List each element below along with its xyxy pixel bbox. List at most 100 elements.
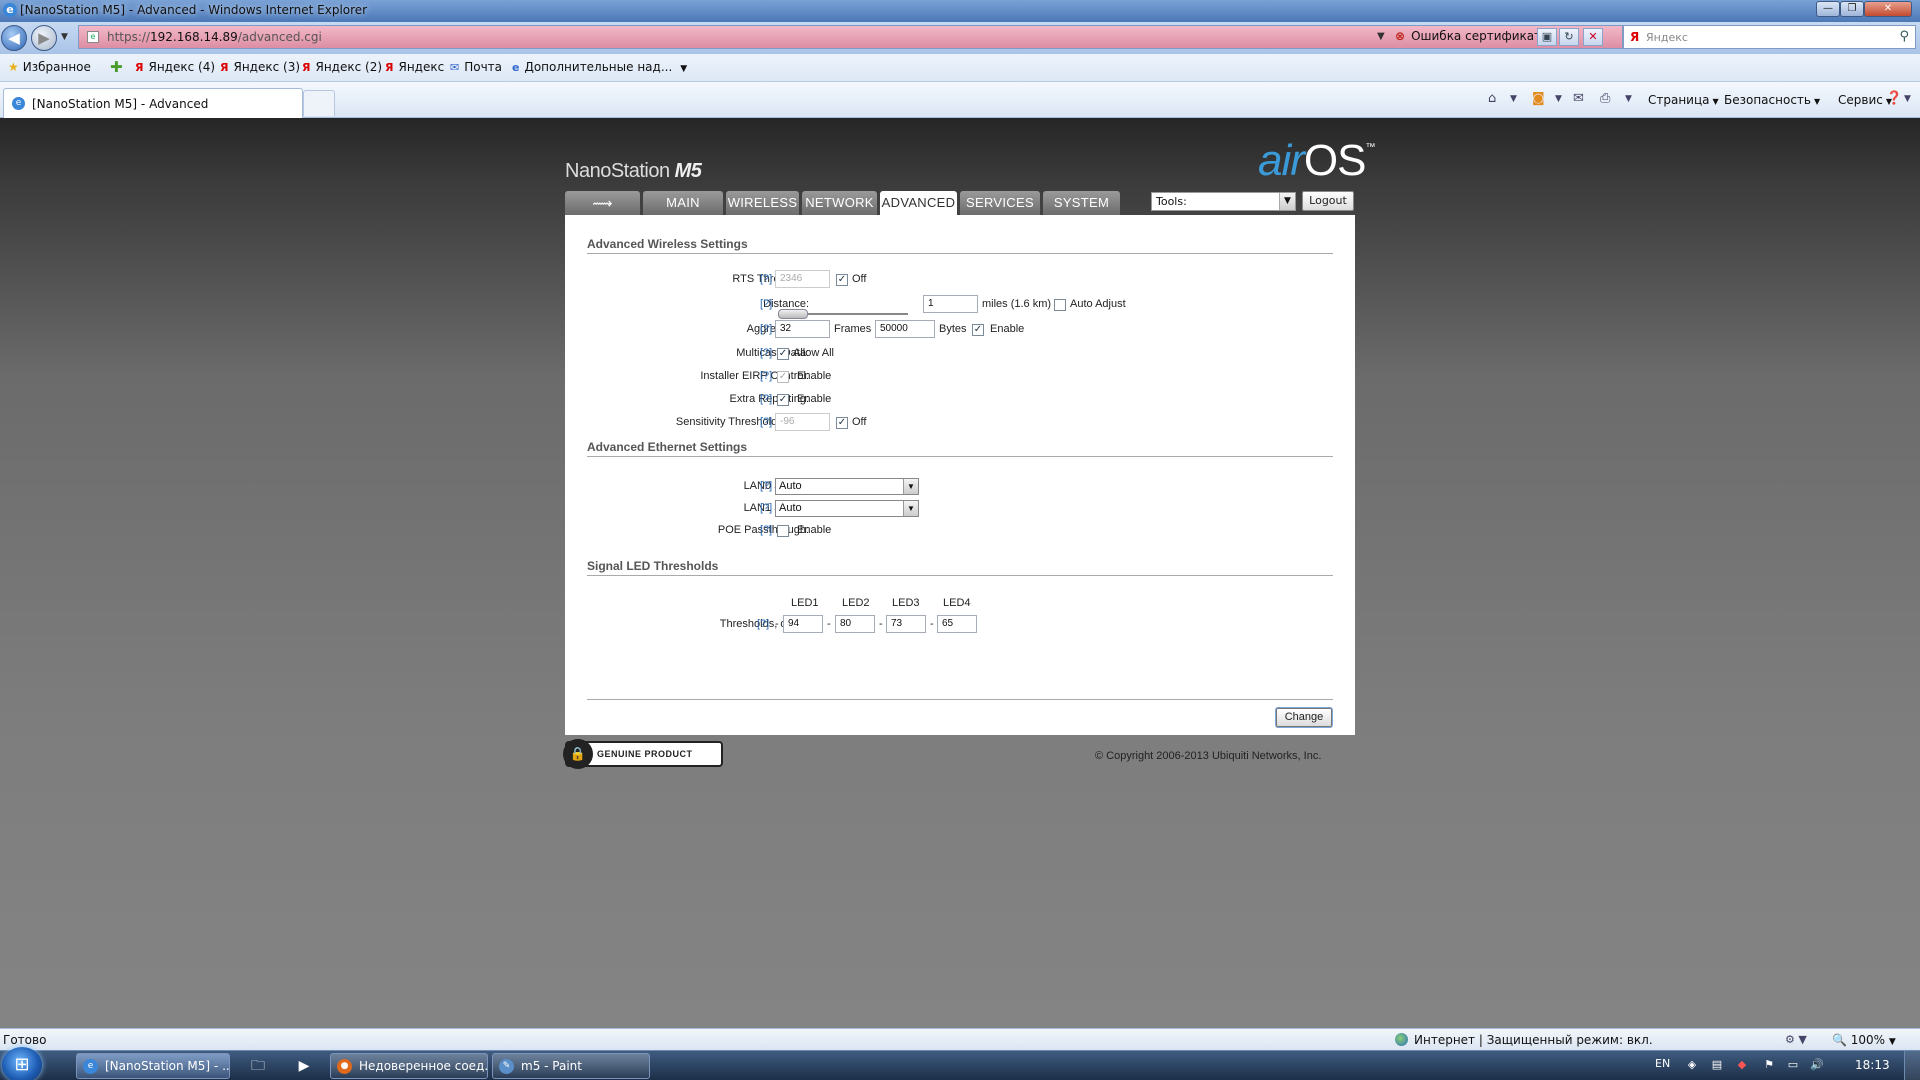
read-mail-icon[interactable]: ✉	[1573, 91, 1584, 106]
close-window-button[interactable]: ✕	[1864, 1, 1912, 17]
rts-threshold-help-link[interactable]: [?]	[760, 273, 772, 285]
tab-system[interactable]: SYSTEM	[1043, 191, 1120, 215]
tab-advanced[interactable]: ADVANCED	[880, 191, 957, 216]
thresholds-help-link[interactable]: [?]	[757, 618, 769, 630]
favorite-link-addons[interactable]: e Дополнительные над... ▼	[512, 60, 687, 74]
recent-pages-chevron-icon[interactable]: ▼	[61, 32, 68, 42]
multicast-allow-all-checkbox[interactable]: ✓	[777, 348, 789, 360]
lan1-speed-help-link[interactable]: [?]	[760, 502, 772, 514]
led4-threshold-input[interactable]: 65	[937, 615, 977, 633]
favorite-link-yandex-2[interactable]: Я Яндекс (2)	[302, 60, 382, 74]
rts-off-checkbox[interactable]: ✓	[836, 274, 848, 286]
help-icon[interactable]: ❓	[1886, 91, 1902, 106]
search-icon[interactable]: ⚲	[1899, 29, 1909, 44]
minimize-button[interactable]: —	[1816, 1, 1840, 17]
search-placeholder[interactable]: Яндекс	[1646, 31, 1688, 44]
favorite-link-mail[interactable]: ✉ Почта	[450, 60, 502, 74]
poe-passthrough-checkbox[interactable]	[777, 525, 789, 537]
distance-slider[interactable]	[778, 309, 908, 319]
rts-threshold-input[interactable]: 2346	[775, 270, 830, 288]
tab-main[interactable]: MAIN	[643, 191, 723, 215]
protected-mode-icon[interactable]: ⚙ ▼	[1785, 1033, 1807, 1046]
zoom-control[interactable]: 🔍 100% ▼	[1832, 1033, 1896, 1047]
distance-slider-thumb[interactable]	[778, 309, 808, 319]
print-chevron-icon[interactable]: ▼	[1625, 94, 1632, 104]
lan1-speed-select[interactable]: Auto ▼	[775, 500, 919, 517]
browser-tab-active[interactable]: e [NanoStation M5] - Advanced	[3, 88, 303, 118]
tools-menu[interactable]: Сервис ▼	[1838, 93, 1892, 107]
aggregation-enable-checkbox[interactable]: ✓	[972, 324, 984, 336]
aggregation-bytes-input[interactable]: 50000	[875, 320, 935, 338]
led2-threshold-input[interactable]: 80	[835, 615, 875, 633]
extra-reporting-help-link[interactable]: [?]	[760, 393, 772, 405]
tray-network-icon[interactable]: ▭	[1786, 1058, 1800, 1072]
change-button[interactable]: Change	[1276, 708, 1332, 727]
favorite-link-label: Яндекс (3)	[233, 60, 301, 74]
poe-passthrough-help-link[interactable]: [?]	[760, 524, 772, 536]
home-icon[interactable]: ⌂	[1488, 91, 1496, 106]
maximize-button[interactable]: ❐	[1840, 1, 1864, 17]
favorites-button[interactable]: ★ Избранное	[8, 60, 91, 74]
installer-eirp-checkbox[interactable]: ✓	[777, 371, 789, 383]
security-zone[interactable]: Интернет | Защищенный режим: вкл.	[1395, 1033, 1653, 1047]
search-box[interactable]: Я Яндекс ⚲	[1623, 25, 1916, 49]
language-indicator[interactable]: EN	[1655, 1057, 1670, 1070]
favorite-link-yandex-4[interactable]: Я Яндекс (4)	[135, 60, 215, 74]
favorite-link-yandex[interactable]: Я Яндекс	[385, 60, 444, 74]
tray-app-icon[interactable]: ◈	[1685, 1058, 1699, 1072]
safety-menu[interactable]: Безопасность ▼	[1724, 93, 1820, 107]
help-chevron-icon[interactable]: ▼	[1904, 94, 1911, 104]
lan0-speed-select[interactable]: Auto ▼	[775, 478, 919, 495]
home-chevron-icon[interactable]: ▼	[1510, 94, 1517, 104]
certificate-error-button[interactable]: ⊗ Ошибка сертификата	[1395, 29, 1549, 43]
address-url[interactable]: https://192.168.14.89/advanced.cgi	[107, 30, 322, 44]
show-desktop-button[interactable]	[1904, 1051, 1920, 1080]
auto-adjust-checkbox[interactable]	[1054, 299, 1066, 311]
lan0-speed-help-link[interactable]: [?]	[760, 480, 772, 492]
sensitivity-threshold-input[interactable]: -96	[775, 413, 830, 431]
address-dropdown-chevron-icon[interactable]: ▼	[1377, 31, 1385, 42]
stop-button[interactable]: ✕	[1583, 28, 1603, 46]
taskbar-item-ie[interactable]: e [NanoStation M5] - ...	[76, 1053, 230, 1079]
address-bar[interactable]: e https://192.168.14.89/advanced.cgi ▼ ⊗…	[78, 25, 1623, 49]
sensitivity-off-checkbox[interactable]: ✓	[836, 417, 848, 429]
aggregation-help-link[interactable]: [?]	[760, 323, 772, 335]
explorer-folder-icon[interactable]: 🗀	[246, 1055, 270, 1077]
refresh-button[interactable]: ↻	[1559, 28, 1579, 46]
tab-services[interactable]: SERVICES	[960, 191, 1040, 215]
tray-pdf-icon[interactable]: ◆	[1735, 1058, 1749, 1072]
clock[interactable]: 18:13	[1855, 1058, 1890, 1072]
feeds-chevron-icon[interactable]: ▼	[1555, 94, 1562, 104]
forward-button[interactable]: ▶	[31, 25, 57, 51]
add-to-favorites-bar-icon[interactable]: ✚	[110, 58, 123, 76]
tray-monitor-icon[interactable]: ▤	[1710, 1058, 1724, 1072]
media-player-icon[interactable]: ▶	[292, 1055, 316, 1077]
taskbar-item-firefox[interactable]: ● Недоверенное соед...	[330, 1053, 488, 1079]
new-tab-button[interactable]	[303, 90, 335, 116]
extra-reporting-checkbox[interactable]: ✓	[777, 394, 789, 406]
tab-ubiquiti-logo[interactable]: ⟿	[565, 191, 640, 215]
multicast-data-help-link[interactable]: [?]	[760, 347, 772, 359]
led3-threshold-input[interactable]: 73	[886, 615, 926, 633]
page-menu[interactable]: Страница ▼	[1648, 93, 1719, 107]
taskbar-item-paint[interactable]: ✎ m5 - Paint	[492, 1053, 650, 1079]
print-icon[interactable]: ⎙	[1600, 91, 1610, 106]
tab-network[interactable]: NETWORK	[802, 191, 877, 215]
tray-volume-icon[interactable]: 🔊	[1810, 1058, 1824, 1072]
aggregation-frames-input[interactable]: 32	[775, 320, 830, 338]
installer-eirp-help-link[interactable]: [?]	[760, 370, 772, 382]
distance-input[interactable]: 1	[923, 295, 978, 313]
compatibility-view-button[interactable]: ▣	[1537, 28, 1557, 46]
tray-flag-icon[interactable]: ⚑	[1762, 1058, 1776, 1072]
led1-threshold-input[interactable]: 94	[783, 615, 823, 633]
ubiquiti-logo-icon: ⟿	[592, 195, 613, 211]
favorite-link-yandex-3[interactable]: Я Яндекс (3)	[220, 60, 300, 74]
tools-select[interactable]: Tools: ▼	[1151, 192, 1296, 211]
distance-help-link[interactable]: [?]	[760, 298, 772, 310]
back-button[interactable]: ◀	[1, 25, 27, 51]
sensitivity-threshold-help-link[interactable]: [?]	[760, 416, 772, 428]
rss-feeds-icon[interactable]: ◙	[1532, 91, 1545, 106]
tab-wireless[interactable]: WIRELESS	[726, 191, 799, 215]
logout-button[interactable]: Logout	[1302, 191, 1354, 211]
start-button[interactable]: ⊞	[2, 1047, 42, 1080]
